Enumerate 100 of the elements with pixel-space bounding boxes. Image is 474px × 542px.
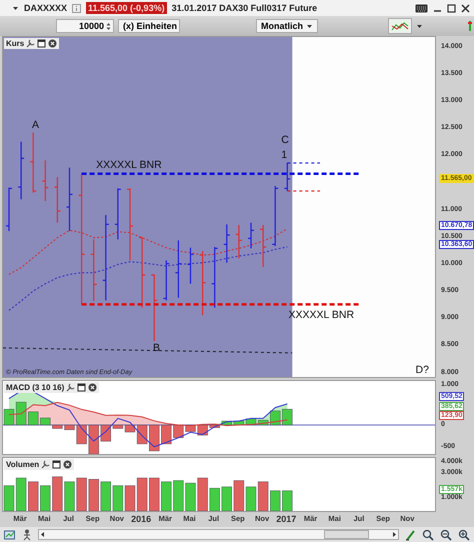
info-icon[interactable] <box>72 4 82 12</box>
volume-bar <box>161 482 172 511</box>
quantity-field[interactable]: 10000 <box>56 19 114 33</box>
histogram-bar <box>161 424 172 444</box>
volume-bar <box>282 490 292 511</box>
maximize-icon[interactable] <box>447 4 456 12</box>
zoom-fit-icon[interactable] <box>422 528 434 540</box>
price-bar <box>114 188 121 240</box>
instrument-description: 31.01.2017 DAX30 Full0317 Future <box>172 3 318 13</box>
pen-icon[interactable] <box>405 528 416 540</box>
spinner-icon <box>106 22 111 30</box>
wrench-icon[interactable] <box>41 460 50 469</box>
chart-label: XXXXXL BNR <box>96 159 162 171</box>
volume-bar <box>149 478 160 511</box>
volume-bar <box>136 478 148 511</box>
histogram-bar <box>100 424 111 442</box>
volume-bar <box>270 490 280 511</box>
price-bar <box>18 142 24 200</box>
price-bar <box>42 160 48 202</box>
scroll-thumb[interactable] <box>324 530 369 539</box>
chart-label: 1 <box>281 149 288 161</box>
volume-bar <box>64 482 75 511</box>
price-bar <box>90 239 97 302</box>
volume-bar <box>16 478 26 511</box>
quote-badge: 11.565,00 (-0,93%) <box>86 2 167 14</box>
histogram-bar <box>222 420 232 426</box>
volume-bar <box>112 485 124 511</box>
histogram-bar <box>149 424 160 452</box>
left-arrow-icon <box>39 531 46 538</box>
price-bar <box>248 222 254 248</box>
level-line <box>286 162 320 164</box>
horizontal-scrollbar[interactable] <box>38 529 399 540</box>
chart-style-button[interactable] <box>388 18 412 34</box>
price-bar <box>175 240 182 298</box>
close-icon[interactable] <box>461 4 470 12</box>
volume-bar <box>124 485 136 511</box>
price-bar <box>224 224 230 263</box>
price-bar <box>200 251 206 316</box>
caret-icon[interactable] <box>12 4 19 12</box>
volume-bar <box>88 479 99 511</box>
symbol-name: DAXXXXX <box>24 3 68 13</box>
price-bar <box>163 260 170 300</box>
close-icon[interactable] <box>63 460 72 469</box>
histogram-bar <box>28 412 38 426</box>
zoom-in-icon[interactable] <box>458 528 470 540</box>
price-bar <box>260 225 266 268</box>
keyboard-icon[interactable] <box>415 4 428 12</box>
indicator-icon[interactable] <box>466 20 474 32</box>
price-bar <box>236 225 242 258</box>
volume-bar <box>222 486 232 511</box>
volume-bar <box>4 485 14 511</box>
histogram-bar <box>282 408 292 426</box>
volume-bar <box>258 482 268 511</box>
histogram-bar <box>4 408 14 426</box>
histogram-bar <box>88 424 99 454</box>
chart-icon[interactable] <box>4 529 16 540</box>
level-line <box>286 190 320 192</box>
panel-title: MACD (3 10 16) <box>6 383 64 392</box>
chart-label: B <box>153 342 160 354</box>
unit-select[interactable]: (x) Einheiten <box>118 19 180 33</box>
price-bar <box>212 247 218 308</box>
close-icon[interactable] <box>48 39 58 48</box>
right-arrow-icon <box>391 531 398 538</box>
volume-bar <box>173 480 184 511</box>
line-chart-icon <box>391 20 409 32</box>
chart-label: XXXXXL BNR <box>288 309 354 322</box>
volume-bar <box>100 482 111 511</box>
price-bar <box>188 248 194 284</box>
price-bar <box>30 132 36 193</box>
volume-bar <box>52 476 63 511</box>
zoom-out-icon[interactable] <box>440 528 452 540</box>
price-bar <box>66 168 72 232</box>
axis-label: 2016 <box>131 514 152 524</box>
chart-label: C <box>281 134 289 146</box>
price-bar <box>54 177 60 223</box>
histogram-bar <box>40 418 50 426</box>
chart-label: A <box>32 119 39 132</box>
price-bar <box>151 274 158 342</box>
volume-bar <box>246 486 256 511</box>
period-select[interactable]: Monatlich <box>256 19 318 33</box>
histogram-bar <box>210 424 220 428</box>
volume-bar <box>28 482 38 511</box>
window-icon[interactable] <box>77 383 86 392</box>
volume-bar <box>185 482 196 511</box>
wrench-icon[interactable] <box>26 39 36 48</box>
price-bar <box>6 188 12 232</box>
price-bar <box>272 186 278 246</box>
volume-bar <box>197 478 208 511</box>
volume-bar <box>76 478 87 511</box>
close-icon[interactable] <box>88 383 98 392</box>
wrench-icon[interactable] <box>66 383 76 392</box>
volume-bar <box>234 480 244 511</box>
figure-icon[interactable] <box>22 528 32 540</box>
window-icon[interactable] <box>52 460 62 469</box>
histogram-bar <box>16 402 26 426</box>
volume-bar <box>210 488 220 511</box>
caret-icon[interactable] <box>416 22 423 30</box>
price-bar <box>284 162 290 192</box>
volume-bar <box>40 485 50 511</box>
window-icon[interactable] <box>37 39 46 48</box>
